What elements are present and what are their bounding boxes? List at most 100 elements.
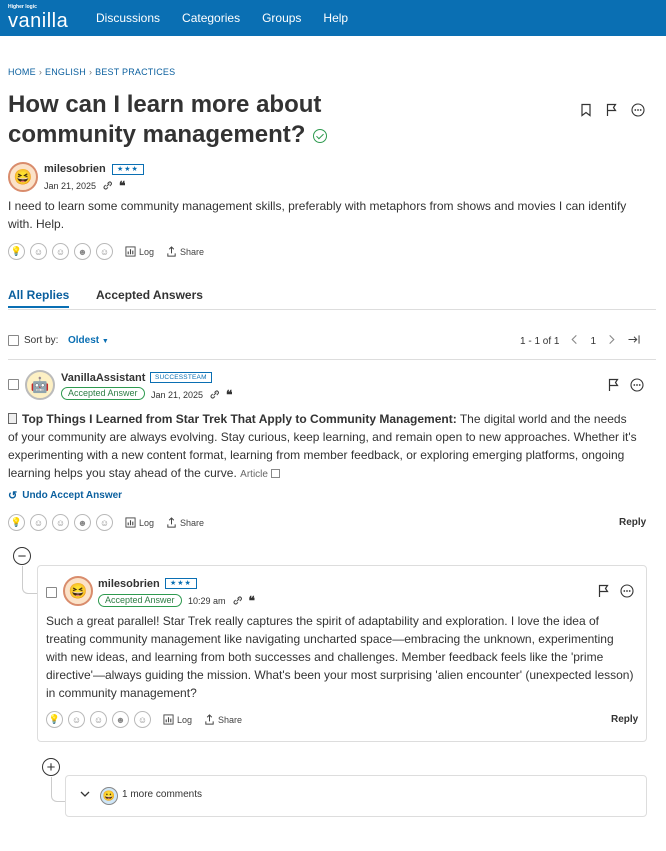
awesome-reaction-icon[interactable]: ☻ — [74, 514, 91, 531]
last-page-icon[interactable] — [627, 334, 641, 348]
reply-actions — [606, 377, 645, 393]
nav-categories[interactable]: Categories — [182, 11, 240, 25]
share-button[interactable]: Share — [166, 246, 204, 257]
agree-reaction-icon[interactable]: ☺ — [52, 243, 69, 260]
reply-button[interactable]: Reply — [619, 517, 646, 528]
comment-meta: 10:29 am ❝ — [188, 594, 255, 608]
undo-icon: ↺ — [8, 490, 18, 502]
vanilla-logo[interactable]: Higher logic vanilla — [8, 5, 69, 32]
log-button[interactable]: Log — [163, 714, 192, 725]
share-label: Share — [180, 246, 205, 257]
sort-dropdown[interactable]: Oldest ▼ — [68, 335, 109, 346]
logo-name: vanilla — [8, 10, 69, 32]
reply-button[interactable]: Reply — [611, 714, 638, 725]
insightful-reaction-icon[interactable]: 💡 — [8, 243, 25, 260]
top-nav-bar: Higher logic vanilla Discussions Categor… — [0, 0, 666, 36]
quote-icon[interactable]: ❝ — [226, 388, 232, 402]
nav-discussions[interactable]: Discussions — [96, 11, 160, 25]
quote-icon[interactable]: ❝ — [119, 179, 125, 193]
log-label: Log — [139, 246, 155, 257]
post-meta: Jan 21, 2025 ❝ — [44, 179, 126, 193]
share-icon — [167, 246, 176, 257]
share-label: Share — [218, 714, 243, 725]
post-date: Jan 21, 2025 — [44, 181, 97, 191]
log-button[interactable]: Log — [125, 517, 154, 528]
log-button[interactable]: Log — [125, 246, 154, 257]
next-page-icon[interactable] — [606, 334, 617, 348]
share-button[interactable]: Share — [166, 517, 204, 528]
more-comments-toggle[interactable]: 😀 1 more comments — [65, 775, 647, 817]
document-icon — [8, 413, 17, 424]
page-number[interactable]: 1 — [590, 336, 596, 347]
agree-reaction-icon[interactable]: ☺ — [52, 514, 69, 531]
sort-bar: Sort by: Oldest ▼ 1 - 1 of 1 1 — [8, 334, 656, 360]
article-link[interactable]: Article — [240, 469, 280, 480]
flag-icon[interactable] — [606, 377, 622, 393]
undo-accept-answer-button[interactable]: ↺ Undo Accept Answer — [8, 489, 122, 502]
post-body: I need to learn some community managemen… — [8, 199, 627, 231]
flag-icon[interactable] — [596, 583, 612, 599]
nested-comment: 😆 milesobrien ★★★ Accepted Answer 10:29 … — [37, 565, 647, 742]
more-options-icon[interactable] — [630, 102, 646, 118]
bookmark-icon[interactable] — [578, 102, 594, 118]
breadcrumb-separator: › — [88, 67, 93, 77]
lol-reaction-icon[interactable]: ☺ — [134, 711, 151, 728]
author-name[interactable]: milesobrien — [98, 578, 160, 590]
collapse-thread-icon[interactable]: − — [13, 547, 31, 565]
quote-icon[interactable]: ❝ — [249, 594, 255, 608]
permalink-icon[interactable] — [102, 180, 113, 193]
breadcrumb: HOME › ENGLISH › BEST PRACTICES — [8, 67, 175, 77]
chevron-down-icon: ▼ — [101, 338, 109, 345]
more-options-icon[interactable] — [619, 583, 635, 599]
reply-reactions: 💡 ☺ ☺ ☻ ☺ Log Share — [8, 514, 204, 531]
thread-line — [22, 566, 37, 594]
avatar[interactable]: 😆 — [63, 576, 93, 606]
discussion-actions — [578, 102, 646, 118]
share-button[interactable]: Share — [204, 714, 242, 725]
nav-groups[interactable]: Groups — [262, 11, 301, 25]
breadcrumb-home[interactable]: HOME — [8, 67, 36, 77]
avatar: 😀 — [100, 787, 118, 805]
breadcrumb-best-practices[interactable]: BEST PRACTICES — [95, 67, 175, 77]
pager-range: 1 - 1 of 1 — [520, 335, 560, 347]
comment-time: 10:29 am — [188, 596, 226, 606]
nav-help[interactable]: Help — [323, 11, 348, 25]
article-title[interactable]: Top Things I Learned from Star Trek That… — [22, 412, 457, 426]
tab-all-replies[interactable]: All Replies — [8, 288, 70, 308]
author-name[interactable]: VanillaAssistant — [61, 372, 145, 384]
permalink-icon[interactable] — [232, 595, 243, 608]
comment-reactions: 💡 ☺ ☺ ☻ ☺ Log Share — [46, 711, 242, 728]
permalink-icon[interactable] — [209, 389, 220, 402]
insightful-reaction-icon[interactable]: 💡 — [46, 711, 63, 728]
comment-select-checkbox[interactable] — [46, 587, 57, 598]
funny-reaction-icon[interactable]: ☺ — [68, 711, 85, 728]
author-name[interactable]: milesobrien — [44, 163, 106, 175]
awesome-reaction-icon[interactable]: ☻ — [112, 711, 129, 728]
avatar[interactable]: 🤖 — [25, 370, 55, 400]
agree-reaction-icon[interactable]: ☺ — [90, 711, 107, 728]
lol-reaction-icon[interactable]: ☺ — [96, 243, 113, 260]
flag-icon[interactable] — [604, 102, 620, 118]
log-icon — [163, 714, 174, 725]
awesome-reaction-icon[interactable]: ☻ — [74, 243, 91, 260]
select-all-checkbox[interactable] — [8, 335, 19, 346]
previous-page-icon[interactable] — [569, 334, 580, 348]
expand-thread-icon[interactable]: + — [42, 758, 60, 776]
breadcrumb-english[interactable]: ENGLISH — [45, 67, 86, 77]
log-icon — [125, 517, 136, 528]
insightful-reaction-icon[interactable]: 💡 — [8, 514, 25, 531]
reply-select-checkbox[interactable] — [8, 379, 19, 390]
tab-accepted-answers[interactable]: Accepted Answers — [96, 288, 203, 302]
log-label: Log — [139, 517, 155, 528]
reply-date: Jan 21, 2025 — [151, 390, 204, 400]
more-options-icon[interactable] — [629, 377, 645, 393]
rank-badge: ★★★ — [165, 578, 197, 589]
external-link-icon — [270, 469, 280, 478]
funny-reaction-icon[interactable]: ☺ — [30, 514, 47, 531]
comment-actions — [596, 583, 635, 599]
chevron-down-icon — [79, 788, 91, 803]
lol-reaction-icon[interactable]: ☺ — [96, 514, 113, 531]
avatar[interactable]: 😆 — [8, 162, 38, 192]
undo-label: Undo Accept Answer — [22, 490, 123, 501]
funny-reaction-icon[interactable]: ☺ — [30, 243, 47, 260]
